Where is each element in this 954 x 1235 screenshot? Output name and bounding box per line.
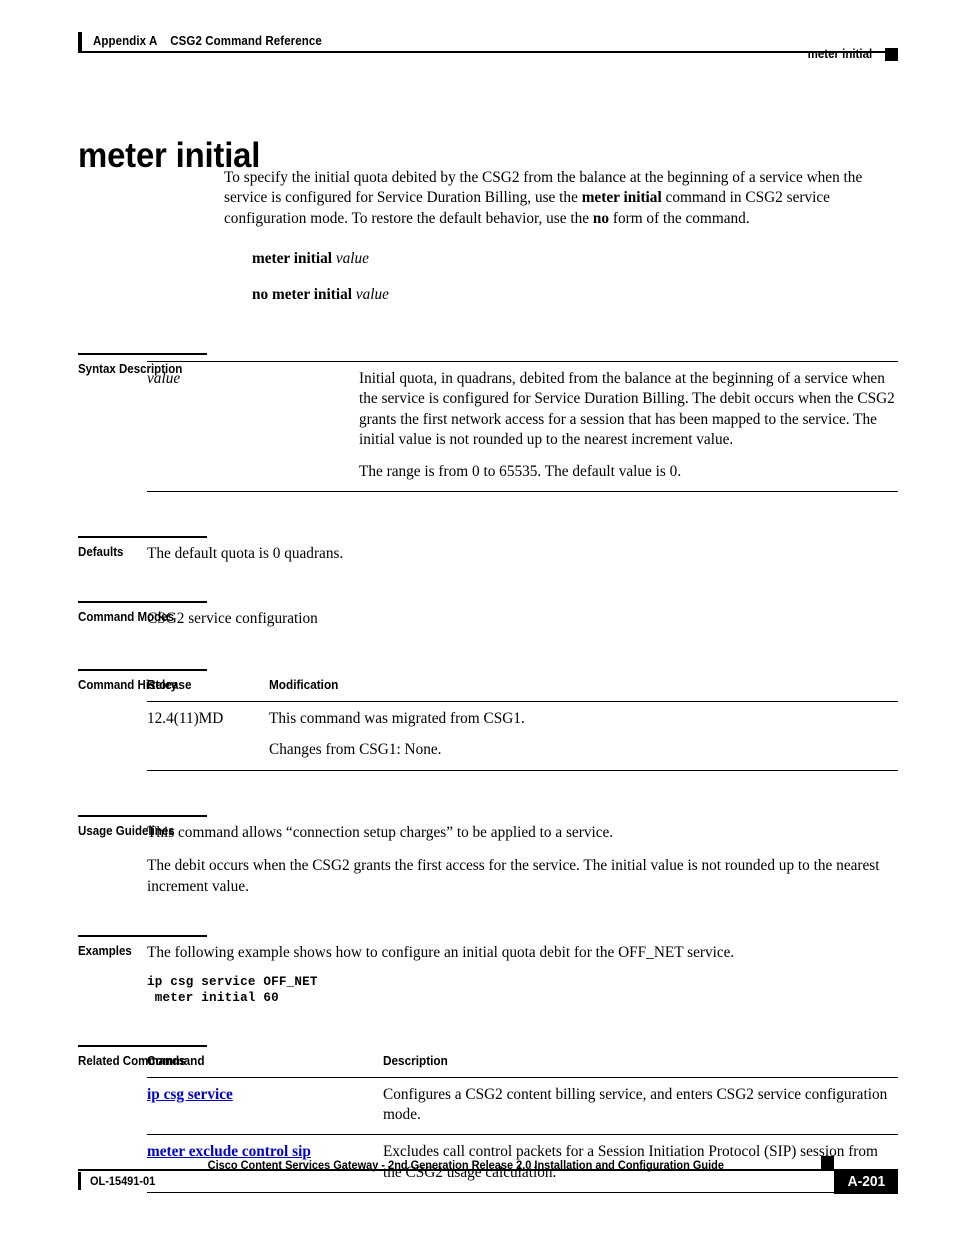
history-modification-line-1: This command was migrated from CSG1. [269,709,525,727]
section-label-related-commands: Related Commands [78,1052,186,1068]
intro-command-meter-initial: meter initial [581,189,662,207]
section-label-rule [78,814,207,817]
footer-document-id: OL-15491-01 [90,1174,156,1188]
section-label-rule [78,668,207,671]
footer-rule [78,1169,834,1171]
header-chapter-label: CSG2 Command Reference [170,34,322,48]
section-body-col: CSG2 service configuration [147,609,954,629]
related-command-description: Configures a CSG2 content billing servic… [383,1077,898,1136]
usage-paragraph-1: This command allows “connection setup ch… [147,823,614,841]
document-body: To specify the initial quota debited by … [0,168,954,1194]
section-label-col: Command Modes [0,601,207,629]
section-label-rule [78,353,207,356]
section-label-command-history: Command History [78,676,178,692]
section-label-rule [78,536,207,539]
section-label-examples: Examples [78,942,132,958]
section-label-command-modes: Command Modes [78,609,174,625]
section-label-col: Syntax Description [0,353,207,492]
header-rule [78,51,898,53]
section-label-rule [78,601,207,604]
intro-text-3: form of the command. [609,209,750,227]
section-body-col: value Initial quota, in quadrans, debite… [147,361,954,493]
syntax-desc-paragraph-1: Initial quota, in quadrans, debited from… [359,370,895,449]
section-body-col: The following example shows how to confi… [147,943,954,1007]
table-header-row: Release Modification [147,676,898,702]
section-label-col: Command History [0,668,207,771]
section-label-col: Defaults [0,536,207,564]
syntax-command-0: meter initial [252,250,333,268]
section-defaults: Defaults The default quota is 0 quadrans… [0,536,954,564]
history-modification-value: This command was migrated from CSG1. Cha… [269,701,898,771]
command-modes-text: CSG2 service configuration [147,610,318,628]
header-square-marker [885,47,898,61]
footer-tick-marker [78,1172,81,1190]
section-body-col: Command Description ip csg service Confi… [147,1052,954,1194]
table-header-row: Command Description [147,1052,898,1078]
section-syntax-description: Syntax Description value Initial quota, … [0,353,954,493]
table-row: ip csg service Configures a CSG2 content… [147,1077,898,1136]
header-appendix-label: Appendix A [93,34,158,48]
footer-page-number: A-201 [834,1169,898,1194]
section-body-col: The default quota is 0 quadrans. [147,544,954,564]
column-header-command: Command [147,1052,383,1078]
section-usage-guidelines: Usage Guidelines This command allows “co… [0,814,954,897]
syntax-usage-block: meter initial value no meter initial val… [0,249,954,305]
footer-square-marker [821,1156,834,1169]
section-label-defaults: Defaults [78,544,124,560]
syntax-argument-0: value [335,250,369,268]
section-label-col: Usage Guidelines [0,814,207,897]
syntax-term-description: Initial quota, in quadrans, debited from… [359,361,898,493]
document-page: Appendix A CSG2 Command Reference meter i… [0,0,954,1235]
section-command-history: Command History Release Modification 12.… [0,668,954,771]
section-label-rule [78,1044,207,1047]
examples-intro-text: The following example shows how to confi… [147,943,735,961]
section-examples: Examples The following example shows how… [0,934,954,1007]
header-tick-marker [78,31,82,51]
column-header-release: Release [147,676,269,702]
example-code-block: ip csg service OFF_NET meter initial 60 [147,975,318,1005]
history-release-value: 12.4(11)MD [147,701,269,771]
related-command-cell[interactable]: ip csg service [147,1077,383,1136]
syntax-line-negative: no meter initial value [252,285,954,305]
syntax-description-table: value Initial quota, in quadrans, debite… [147,361,898,493]
column-header-description: Description [383,1052,898,1078]
defaults-text: The default quota is 0 quadrans. [147,545,344,563]
syntax-command-1: no meter initial [252,285,352,303]
link-ip-csg-service[interactable]: ip csg service [147,1086,233,1103]
header-breadcrumb: Appendix A CSG2 Command Reference [93,34,322,48]
section-label-col: Examples [0,934,207,1007]
intro-paragraph: To specify the initial quota debited by … [224,168,898,229]
footer-left: OL-15491-01 [78,1172,163,1190]
table-row: value Initial quota, in quadrans, debite… [147,361,898,493]
syntax-term-value: value [147,361,359,493]
section-label-usage-guidelines: Usage Guidelines [78,822,175,838]
page-header-right: meter initial [802,47,898,61]
related-commands-table: Command Description ip csg service Confi… [147,1052,898,1194]
intro-block: To specify the initial quota debited by … [0,168,954,229]
table-row: 12.4(11)MD This command was migrated fro… [147,701,898,771]
syntax-line-affirmative: meter initial value [252,249,954,269]
section-label-rule [78,934,207,937]
section-body-col: This command allows “connection setup ch… [147,823,954,897]
column-header-modification: Modification [269,676,898,702]
section-label-syntax-description: Syntax Description [78,361,183,377]
usage-paragraph-2: The debit occurs when the CSG2 grants th… [147,857,880,895]
section-command-modes: Command Modes CSG2 service configuration [0,601,954,629]
header-running-head: meter initial [807,47,872,61]
syntax-desc-paragraph-2: The range is from 0 to 65535. The defaul… [359,462,682,480]
intro-keyword-no: no [592,209,610,227]
syntax-argument-1: value [355,285,389,303]
history-modification-line-2: Changes from CSG1: None. [269,741,442,759]
command-history-table: Release Modification 12.4(11)MD This com… [147,676,898,771]
section-body-col: Release Modification 12.4(11)MD This com… [147,676,954,771]
page-header-left: Appendix A CSG2 Command Reference [78,31,342,51]
